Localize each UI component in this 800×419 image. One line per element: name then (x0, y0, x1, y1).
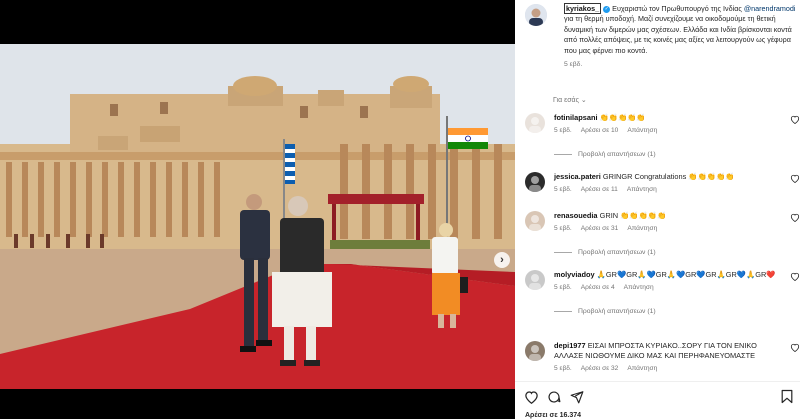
chevron-down-icon: ⌄ (580, 97, 587, 104)
comment-like-button[interactable] (790, 174, 800, 185)
commenter-username[interactable]: renasouedia (554, 211, 598, 220)
comment-likes[interactable]: Αρέσει σε 31 (581, 225, 619, 232)
caption-part-1: Ευχαριστώ τον Πρωθυπουργό της Ινδίας (612, 4, 744, 13)
bookmark-icon (781, 389, 793, 404)
comment-likes[interactable]: Αρέσει σε 4 (581, 284, 615, 291)
heart-icon (790, 213, 800, 223)
reply-button[interactable]: Απάντηση (627, 127, 657, 134)
reply-button[interactable]: Απάντηση (627, 225, 657, 232)
comment-meta: 5 εβδ. Αρέσει σε 32 Απάντηση (554, 365, 666, 372)
commenter-username[interactable]: fotinilapsani (554, 113, 598, 122)
chevron-right-icon: › (500, 254, 504, 266)
reply-button[interactable]: Απάντηση (624, 284, 654, 291)
author-avatar[interactable] (525, 4, 547, 26)
comment-time: 5 εβδ. (554, 225, 572, 232)
share-button[interactable] (569, 389, 585, 405)
comment-text: jessica.pateri GRINGR Congratulations 👏👏… (554, 172, 776, 182)
view-replies-button[interactable]: Προβολή απαντήσεων (1) (554, 151, 656, 158)
comment-likes[interactable]: Αρέσει σε 10 (581, 127, 619, 134)
commenter-avatar[interactable] (525, 172, 545, 192)
verified-icon: ✓ (603, 5, 611, 13)
comment-likes[interactable]: Αρέσει σε 32 (581, 365, 619, 372)
actions-divider (515, 381, 800, 382)
author-username[interactable]: kyriakos_ (564, 3, 602, 14)
for-you-toggle[interactable]: Για εσάς ⌄ (553, 96, 587, 104)
commenter-avatar[interactable] (525, 113, 545, 133)
reply-button[interactable]: Απάντηση (627, 365, 657, 372)
heart-icon (790, 272, 800, 282)
comment-meta: 5 εβδ. Αρέσει σε 4 Απάντηση (554, 284, 663, 291)
comment-meta: 5 εβδ. Αρέσει σε 31 Απάντηση (554, 225, 666, 232)
comment-text: depi1977 ΕΙΣΑΙ ΜΠΡΟΣΤΑ ΚΥΡΙΑΚΟ..ΣΟΡΥ ΓΙΑ… (554, 341, 776, 361)
comment-content: 👏👏👏👏👏 (599, 113, 646, 122)
commenter-avatar[interactable] (525, 211, 545, 231)
mention-link[interactable]: @narendramodi (744, 4, 796, 13)
comment-content: GRINGR Congratulations 👏👏👏👏👏 (602, 172, 735, 181)
save-button[interactable] (781, 389, 795, 405)
comment-text: renasouedia GRIN 👏👏👏👏👏 (554, 211, 776, 221)
caption-part-2: για τη θερμή υποδοχή. Μαζί συνεχίζουμε ν… (564, 14, 792, 55)
comment-text: molyviadoy 🙏GR💙GR🙏💙GR🙏💙GR💙GR🙏GR💙🙏GR❤️ (554, 270, 776, 280)
likes-count[interactable]: Αρέσει σε 16.374 (525, 412, 581, 419)
comment-content: GRIN 👏👏👏👏👏 (599, 211, 667, 220)
for-you-label: Για εσάς (553, 97, 579, 104)
commenter-username[interactable]: molyviadoy (554, 270, 595, 279)
carousel-next-button[interactable]: › (494, 252, 510, 268)
commenter-avatar[interactable] (525, 270, 545, 290)
comment-button[interactable] (546, 389, 562, 405)
view-replies-button[interactable]: Προβολή απαντήσεων (1) (554, 308, 656, 315)
heart-icon (524, 391, 538, 404)
reply-button[interactable]: Απάντηση (627, 186, 657, 193)
share-icon (570, 391, 584, 404)
comment-meta: 5 εβδ. Αρέσει σε 10 Απάντηση (554, 127, 666, 134)
commenter-username[interactable]: depi1977 (554, 341, 586, 350)
photo-illustration (0, 44, 515, 389)
post-sidebar: kyriakos_ ✓ Ευχαριστώ τον Πρωθυπουργό τη… (515, 0, 800, 419)
heart-icon (790, 115, 800, 125)
comment-time: 5 εβδ. (554, 284, 572, 291)
comment-time: 5 εβδ. (554, 186, 572, 193)
post-photo[interactable]: › (0, 44, 515, 389)
heart-icon (790, 343, 800, 353)
heart-icon (790, 174, 800, 184)
like-button[interactable] (523, 389, 539, 405)
comment-like-button[interactable] (790, 272, 800, 283)
caption-time: 5 εβδ. (564, 61, 583, 69)
commenter-avatar[interactable] (525, 341, 545, 361)
comment-meta: 5 εβδ. Αρέσει σε 11 Απάντηση (554, 186, 666, 193)
comment-text: fotinilapsani 👏👏👏👏👏 (554, 113, 776, 123)
comment-like-button[interactable] (790, 213, 800, 224)
comment-likes[interactable]: Αρέσει σε 11 (581, 186, 618, 193)
post-actions (523, 389, 585, 405)
comment-time: 5 εβδ. (554, 127, 572, 134)
comment-icon (548, 391, 561, 403)
view-replies-button[interactable]: Προβολή απαντήσεων (1) (554, 249, 656, 256)
commenter-username[interactable]: jessica.pateri (554, 172, 601, 181)
comment-like-button[interactable] (790, 115, 800, 126)
comment-like-button[interactable] (790, 343, 800, 354)
comment-content: 🙏GR💙GR🙏💙GR🙏💙GR💙GR🙏GR💙🙏GR❤️ (596, 270, 776, 279)
caption-text: kyriakos_ ✓ Ευχαριστώ τον Πρωθυπουργό τη… (564, 3, 800, 70)
comment-time: 5 εβδ. (554, 365, 572, 372)
